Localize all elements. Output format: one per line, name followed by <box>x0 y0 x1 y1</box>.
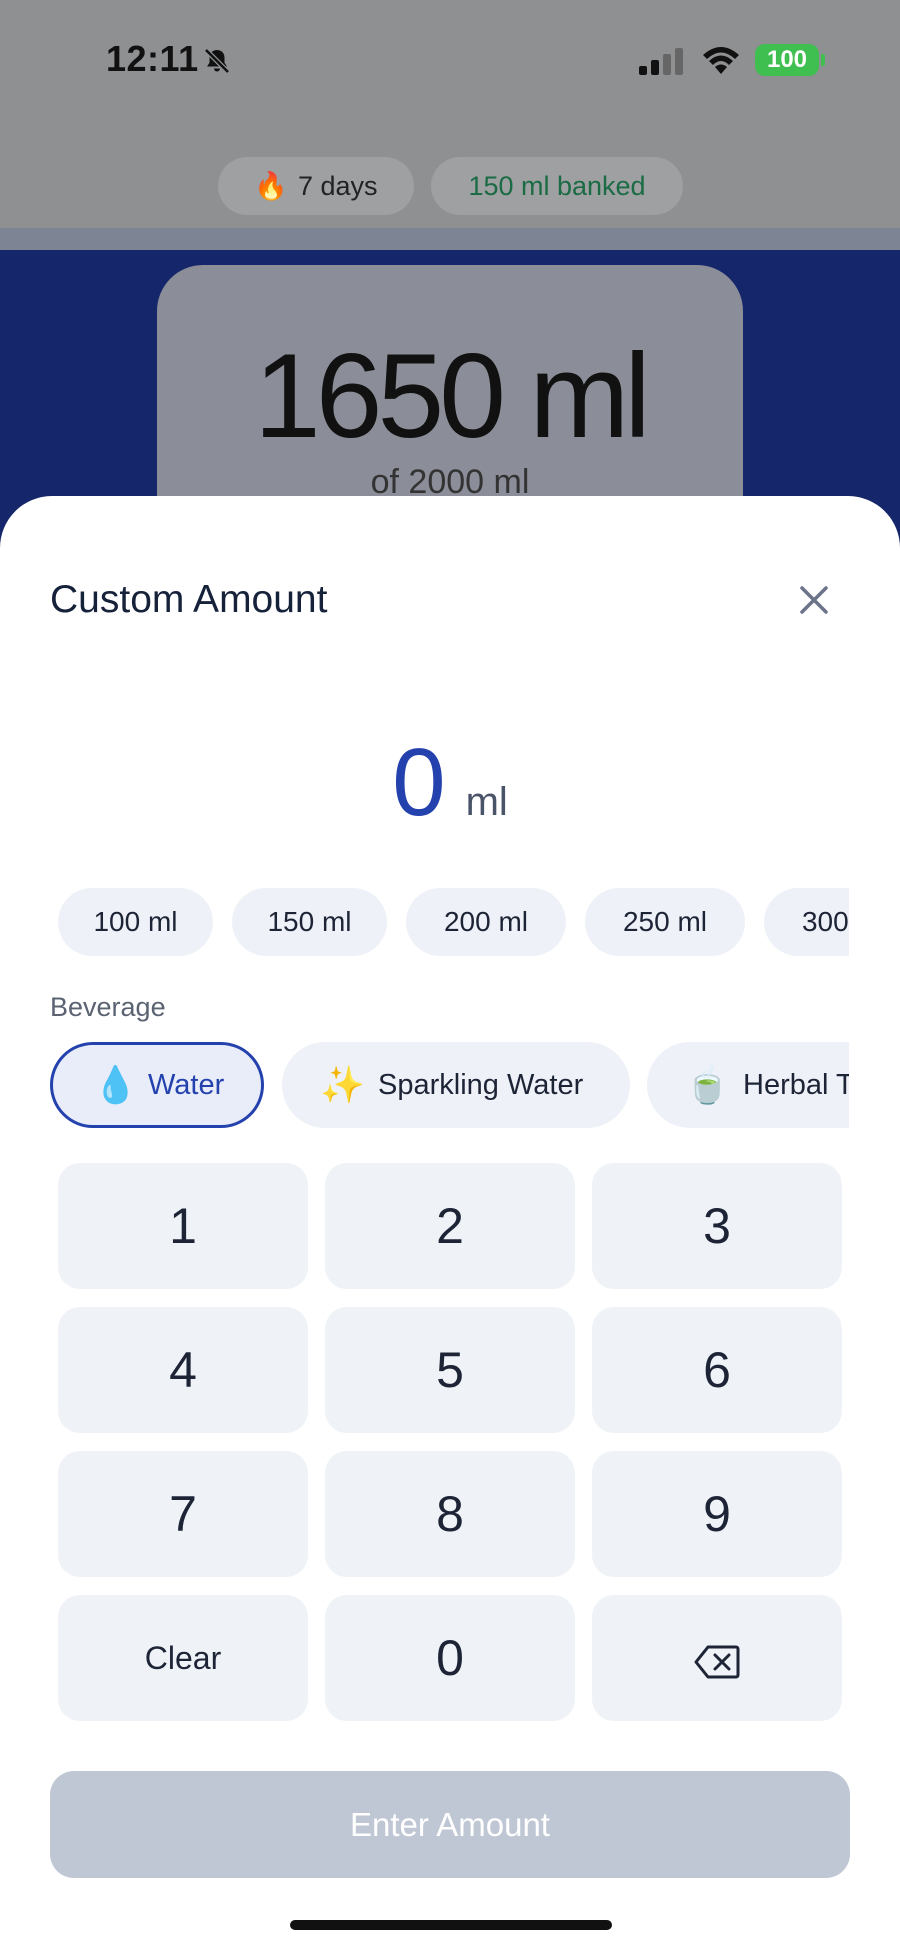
beverage-row: 💧 Water ✨ Sparkling Water 🍵 Herbal Tea <box>50 1042 849 1132</box>
wifi-icon <box>703 47 739 74</box>
enter-amount-button[interactable]: Enter Amount <box>50 1771 850 1878</box>
intake-value: 1650 ml <box>254 329 651 463</box>
quick-amount-chip[interactable]: 150 ml <box>232 888 387 956</box>
amount-display: 0 ml <box>0 728 900 838</box>
flame-icon: 🔥 <box>254 171 288 201</box>
quick-amount-chip[interactable]: 300 ml <box>764 888 849 956</box>
beverage-chip-label: Water <box>148 1069 225 1101</box>
sheet-title: Custom Amount <box>50 578 328 621</box>
key-7[interactable]: 7 <box>58 1451 308 1577</box>
key-0[interactable]: 0 <box>325 1595 575 1721</box>
quick-amount-row: 100 ml 150 ml 200 ml 250 ml 300 ml <box>58 888 849 960</box>
custom-amount-sheet: Custom Amount 0 ml 100 ml 150 ml 200 ml 2… <box>0 496 900 1948</box>
tea-icon: 🍵 <box>685 1064 730 1105</box>
key-1[interactable]: 1 <box>58 1163 308 1289</box>
backspace-icon <box>694 1645 740 1679</box>
close-icon[interactable] <box>794 580 834 620</box>
beverage-chip-water[interactable]: 💧 Water <box>50 1042 264 1128</box>
battery-indicator: 100 <box>755 44 819 76</box>
key-3[interactable]: 3 <box>592 1163 842 1289</box>
home-indicator <box>290 1920 612 1930</box>
header-divider <box>0 228 900 252</box>
key-8[interactable]: 8 <box>325 1451 575 1577</box>
status-bar: 12:11 100 <box>0 0 900 120</box>
bell-slash-icon <box>204 48 230 74</box>
beverage-chip-sparkling-water[interactable]: ✨ Sparkling Water <box>282 1042 630 1128</box>
clear-button[interactable]: Clear <box>58 1595 308 1721</box>
sparkles-icon: ✨ <box>320 1064 365 1105</box>
banked-pill[interactable]: 150 ml banked <box>431 157 683 215</box>
battery-tip <box>821 54 825 66</box>
quick-amount-chip[interactable]: 100 ml <box>58 888 213 956</box>
cellular-signal-icon <box>639 48 683 75</box>
quick-amount-chip[interactable]: 250 ml <box>585 888 745 956</box>
streak-pill[interactable]: 🔥 7 days <box>218 157 414 215</box>
backspace-button[interactable] <box>592 1595 842 1721</box>
streak-label: 7 days <box>298 171 378 201</box>
amount-unit: ml <box>465 780 508 824</box>
beverage-chip-label: Herbal Tea <box>743 1069 849 1101</box>
status-time: 12:11 <box>106 38 199 79</box>
key-4[interactable]: 4 <box>58 1307 308 1433</box>
key-5[interactable]: 5 <box>325 1307 575 1433</box>
water-drop-icon: 💧 <box>93 1064 138 1105</box>
quick-amount-chip[interactable]: 200 ml <box>406 888 566 956</box>
key-9[interactable]: 9 <box>592 1451 842 1577</box>
key-2[interactable]: 2 <box>325 1163 575 1289</box>
beverage-label: Beverage <box>50 992 166 1022</box>
amount-value: 0 <box>392 729 446 836</box>
beverage-chip-herbal-tea[interactable]: 🍵 Herbal Tea <box>647 1042 849 1128</box>
beverage-chip-label: Sparkling Water <box>378 1069 584 1101</box>
key-6[interactable]: 6 <box>592 1307 842 1433</box>
